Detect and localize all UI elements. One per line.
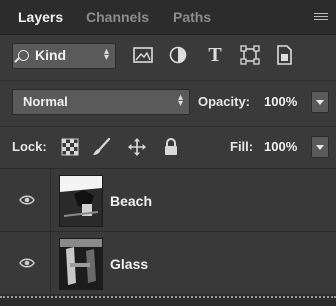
lock-all-icon[interactable] (161, 137, 181, 157)
lock-image-pixels-icon[interactable] (91, 137, 111, 157)
layer-thumbnail (59, 175, 103, 227)
opacity-label: Opacity: (198, 94, 251, 109)
kind-filter-select[interactable]: Kind ▴ ▾ (12, 43, 116, 69)
filter-row: Kind ▴ ▾ T (0, 35, 336, 75)
shape-filter-icon[interactable] (238, 44, 262, 66)
lock-row: Lock: Fill: 100% (0, 126, 336, 167)
visibility-cell[interactable] (0, 232, 51, 294)
layer-name: Beach (110, 193, 153, 209)
lock-transparent-pixels-icon[interactable] (60, 137, 80, 157)
lock-position-icon[interactable] (127, 137, 147, 157)
image-filter-icon[interactable] (131, 44, 155, 66)
panel-menu-icon[interactable] (314, 13, 328, 23)
fill-label: Fill: (230, 139, 254, 154)
visibility-cell[interactable] (0, 169, 51, 231)
adjustment-filter-icon[interactable] (166, 44, 190, 66)
blend-mode-select[interactable]: Normal ▴ ▾ (12, 89, 190, 115)
tab-channels[interactable]: Channels (86, 9, 149, 25)
tab-paths[interactable]: Paths (173, 9, 211, 25)
layer-thumbnail (59, 238, 103, 290)
blend-row: Normal ▴ ▾ Opacity: 100% (0, 80, 336, 123)
updown-arrows-icon: ▴ ▾ (103, 46, 109, 63)
opacity-input[interactable]: 100% (264, 94, 297, 109)
type-filter-icon[interactable]: T (203, 44, 227, 66)
layer-name: Glass (110, 256, 149, 272)
updown-arrows-icon: ▴ ▾ (177, 92, 183, 109)
tab-layers[interactable]: Layers (18, 9, 63, 25)
blend-mode-value: Normal (23, 94, 68, 109)
fill-dropdown-button[interactable] (311, 136, 329, 158)
layers-panel: Layers Channels Paths Kind ▴ ▾ T Normal ▴… (0, 0, 336, 306)
layer-row[interactable]: Beach (0, 169, 336, 232)
fill-input[interactable]: 100% (264, 139, 297, 154)
layer-row[interactable]: Glass (0, 232, 336, 295)
eye-icon[interactable] (19, 193, 35, 205)
opacity-dropdown-button[interactable] (311, 91, 329, 113)
kind-filter-label: Kind (35, 47, 67, 63)
smart-object-filter-icon[interactable] (272, 44, 296, 66)
lock-label: Lock: (12, 139, 47, 154)
divider (0, 296, 336, 298)
layers-list: Beach Glass (0, 168, 336, 295)
eye-icon[interactable] (19, 256, 35, 268)
panel-tab-bar: Layers Channels Paths (0, 0, 336, 35)
search-icon (18, 50, 29, 61)
